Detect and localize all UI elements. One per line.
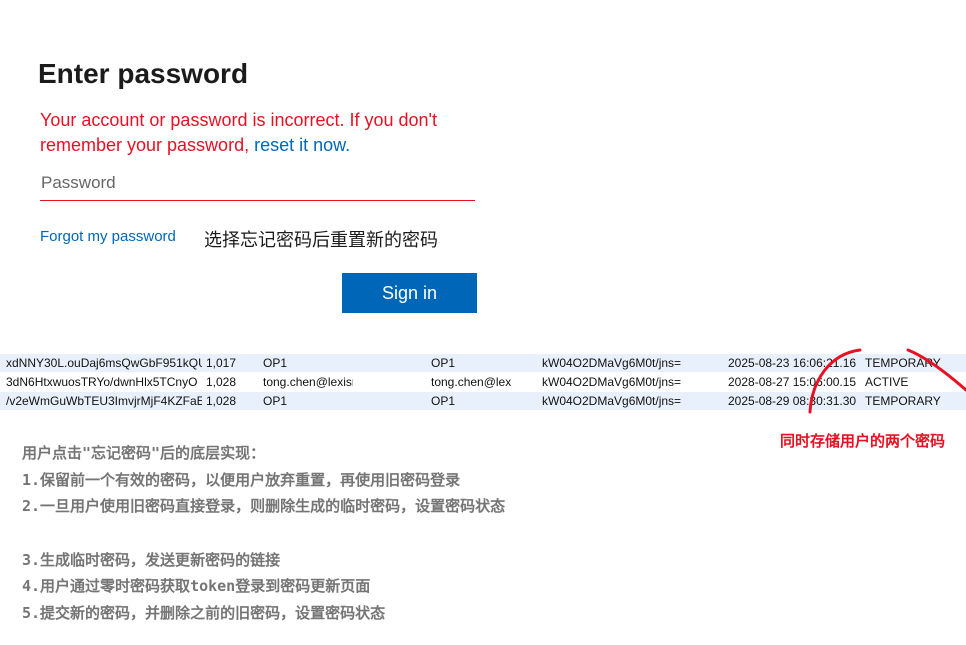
row-num: 1,028: [206, 394, 237, 408]
notes-line: 5.提交新的密码，并删除之前的旧密码，设置密码状态: [22, 603, 386, 622]
row-user: OP1: [263, 394, 288, 408]
row-hash: kW04O2DMaVg6M0t/jns=: [542, 394, 682, 408]
forgot-password-link[interactable]: Forgot my password: [40, 228, 176, 245]
row-hash: kW04O2DMaVg6M0t/jns=: [542, 375, 682, 389]
error-message: Your account or password is incorrect. I…: [40, 108, 480, 158]
row-user2: OP1: [431, 356, 456, 370]
page-title: Enter password: [38, 58, 249, 89]
row-key: 3dN6HtxwuosTRYo/dwnHlx5TCnyO: [6, 375, 198, 389]
row-user2: tong.chen@lex: [431, 375, 512, 389]
forgot-note: 选择忘记密码后重置新的密码: [204, 230, 438, 251]
row-user: tong.chen@lexisr: [263, 375, 353, 389]
row-num: 1,028: [206, 375, 237, 389]
error-text: Your account or password is incorrect. I…: [40, 110, 437, 155]
implementation-notes: 用户点击"忘记密码"后的底层实现： 1.保留前一个有效的密码，以便用户放弃重置，…: [22, 440, 505, 626]
reset-link[interactable]: reset it now.: [254, 135, 350, 155]
row-user: OP1: [263, 356, 288, 370]
row-key: /v2eWmGuWbTEU3ImvjrMjF4KZFaEF: [6, 394, 202, 408]
notes-line: 1.保留前一个有效的密码，以便用户放弃重置，再使用旧密码登录: [22, 470, 461, 489]
row-user2: OP1: [431, 394, 456, 408]
red-annotation-curve: [808, 348, 966, 414]
notes-heading: 用户点击"忘记密码"后的底层实现：: [22, 444, 266, 462]
notes-line: 3.生成临时密码，发送更新密码的链接: [22, 550, 281, 569]
row-key: xdNNY30L.ouDaj6msQwGbF951kQU: [6, 356, 202, 370]
notes-line: 2.一旦用户使用旧密码直接登录，则删除生成的临时密码，设置密码状态: [22, 497, 506, 515]
row-num: 1,017: [206, 356, 237, 370]
notes-line: 4.用户通过零时密码获取token登录到密码更新页面: [22, 577, 371, 595]
annotation-label: 同时存储用户的两个密码: [780, 432, 946, 450]
sign-in-button[interactable]: Sign in: [342, 273, 477, 313]
password-input[interactable]: [40, 166, 475, 201]
row-hash: kW04O2DMaVg6M0t/jns=: [542, 356, 682, 370]
